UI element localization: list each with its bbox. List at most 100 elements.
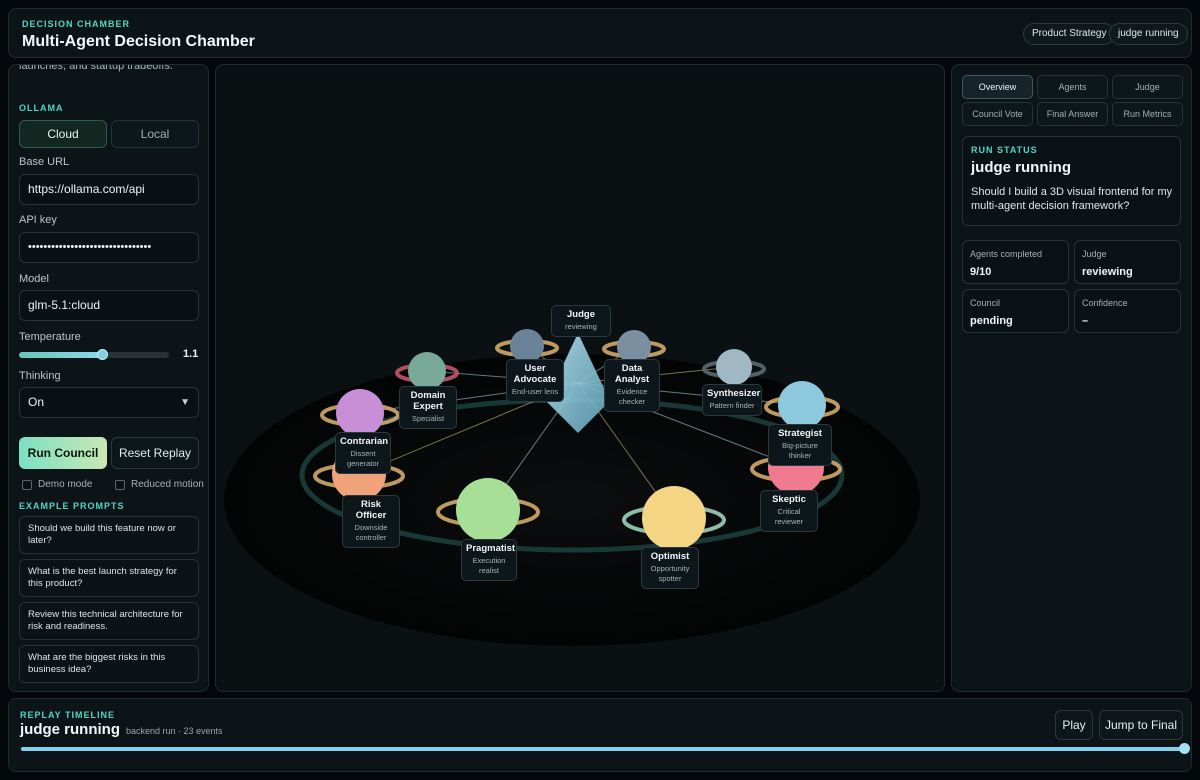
temperature-label: Temperature	[19, 331, 81, 343]
run-council-button[interactable]: Run Council	[19, 437, 107, 469]
temperature-slider[interactable]	[19, 349, 169, 360]
timeline-heading: REPLAY TIMELINE	[20, 710, 116, 720]
agent-card[interactable]: Pragmatist Execution realist	[461, 539, 517, 581]
tab-agents[interactable]: Agents	[1037, 75, 1108, 99]
timeline-progress	[21, 747, 1185, 751]
agent-role: Evidence checker	[616, 387, 648, 406]
sidebar-intro: launches, and startup tradeoffs.	[19, 64, 173, 72]
model-label: Model	[19, 273, 49, 285]
page-title: Multi-Agent Decision Chamber	[22, 33, 255, 50]
stat-label: Agents completed	[970, 249, 1043, 259]
timeline-scrubber[interactable]	[21, 743, 1190, 754]
demo-mode-checkbox[interactable]	[22, 480, 32, 490]
agent-card[interactable]: Optimist Opportunity spotter	[641, 547, 699, 589]
run-question: Should I build a 3D visual frontend for …	[971, 186, 1173, 212]
ollama-heading: OLLAMA	[19, 103, 64, 113]
stat-value: reviewing	[1082, 266, 1133, 278]
tab-run-metrics[interactable]: Run Metrics	[1112, 102, 1183, 126]
agent-role: Big-picture thinker	[782, 441, 818, 460]
judge-name: Judge	[567, 309, 595, 320]
tab-final-answer[interactable]: Final Answer	[1037, 102, 1108, 126]
agent-name: Synthesizer	[707, 388, 761, 399]
agent-role: Dissent generator	[346, 449, 380, 468]
timeline-title: judge running	[20, 721, 120, 738]
reset-replay-button[interactable]: Reset Replay	[111, 437, 199, 469]
judge-card[interactable]: Judge reviewing	[551, 305, 611, 337]
planet-body	[336, 389, 384, 437]
planet-body	[716, 349, 752, 385]
api-key-input[interactable]: ••••••••••••••••••••••••••••••••	[19, 232, 199, 263]
agent-card[interactable]: Data Analyst Evidence checker	[604, 359, 660, 412]
details-panel: Overview Agents Judge Council Vote Final…	[951, 64, 1192, 692]
planet-body	[456, 478, 520, 542]
agent-card[interactable]: User Advocate End-user lens	[506, 359, 564, 402]
example-prompt[interactable]: Should we build this feature now or late…	[19, 516, 199, 554]
settings-sidebar[interactable]: launches, and startup tradeoffs. OLLAMA …	[8, 64, 209, 692]
app-header: DECISION CHAMBER Multi-Agent Decision Ch…	[8, 8, 1192, 58]
example-prompts-heading: EXAMPLE PROMPTS	[19, 501, 125, 511]
reduced-motion-checkbox[interactable]	[115, 480, 125, 490]
stat-label: Council	[970, 298, 1001, 308]
agent-name: Risk Officer	[355, 499, 387, 521]
council-scene-canvas[interactable]: Judge reviewing User Advocate End-user le…	[215, 64, 945, 692]
temperature-value: 1.1	[183, 348, 199, 360]
mode-cloud-button[interactable]: Cloud	[19, 120, 107, 148]
agent-role: Pattern finder	[709, 401, 755, 410]
replay-timeline: REPLAY TIMELINE judge running backend ru…	[8, 698, 1192, 772]
tab-judge[interactable]: Judge	[1112, 75, 1183, 99]
agent-name: Contrarian	[340, 436, 389, 447]
agent-name: Domain Expert	[410, 390, 446, 412]
thinking-label: Thinking	[19, 370, 61, 382]
run-status-value: judge running	[971, 159, 1071, 176]
timeline-handle[interactable]	[1179, 743, 1190, 754]
example-prompt[interactable]: What are the biggest risks in this busin…	[19, 645, 199, 683]
agent-role: End-user lens	[511, 387, 559, 396]
stat-card-agents-completed: Agents completed 9/10	[962, 240, 1069, 284]
agent-card[interactable]: Synthesizer Pattern finder	[702, 384, 762, 416]
agent-card[interactable]: Domain Expert Specialist	[399, 386, 457, 429]
agent-name: Data Analyst	[614, 363, 650, 385]
thinking-select[interactable]: On ▼	[19, 387, 199, 418]
agent-name: Pragmatist	[466, 543, 516, 554]
stat-card-confidence: Confidence –	[1074, 289, 1181, 333]
run-status-heading: RUN STATUS	[971, 145, 1038, 155]
agent-card[interactable]: Skeptic Critical reviewer	[760, 490, 818, 532]
planet-body	[408, 352, 446, 390]
reduced-motion-label: Reduced motion	[131, 479, 204, 490]
temperature-slider-fill	[19, 352, 102, 358]
timeline-subtitle: backend run · 23 events	[126, 726, 223, 736]
agent-name: Strategist	[778, 428, 822, 439]
tab-overview[interactable]: Overview	[962, 75, 1033, 99]
stat-label: Judge	[1082, 249, 1107, 259]
scene-graphics	[224, 329, 920, 646]
agent-card[interactable]: Risk Officer Downside controller	[342, 495, 400, 548]
base-url-label: Base URL	[19, 156, 70, 168]
agent-role: Opportunity spotter	[650, 564, 690, 583]
run-status-card: RUN STATUS judge running Should I build …	[962, 136, 1181, 226]
planet-body	[642, 486, 706, 550]
jump-to-final-button[interactable]: Jump to Final	[1099, 710, 1183, 740]
thinking-selected-value: On	[28, 395, 45, 409]
agent-card[interactable]: Strategist Big-picture thinker	[768, 424, 832, 466]
mode-local-button[interactable]: Local	[111, 120, 199, 148]
category-badge: Product Strategy	[1023, 23, 1116, 45]
model-input[interactable]: glm-5.1:cloud	[19, 290, 199, 321]
agent-role: Specialist	[411, 414, 445, 423]
tab-council-vote[interactable]: Council Vote	[962, 102, 1033, 126]
example-prompt[interactable]: Review this technical architecture for r…	[19, 602, 199, 640]
stat-card-council: Council pending	[962, 289, 1069, 333]
stat-value: –	[1082, 315, 1089, 327]
header-eyebrow: DECISION CHAMBER	[22, 19, 131, 29]
play-button[interactable]: Play	[1055, 710, 1093, 740]
stat-label: Confidence	[1082, 298, 1128, 308]
agent-name: Optimist	[650, 551, 690, 562]
stat-value: 9/10	[970, 266, 992, 278]
stat-value: pending	[970, 315, 1013, 327]
agent-role: Critical reviewer	[774, 507, 804, 526]
agent-card[interactable]: Contrarian Dissent generator	[335, 432, 391, 474]
temperature-slider-handle[interactable]	[96, 349, 108, 360]
base-url-input[interactable]: https://ollama.com/api	[19, 174, 199, 205]
chevron-down-icon: ▼	[180, 397, 190, 408]
example-prompt[interactable]: What is the best launch strategy for thi…	[19, 559, 199, 597]
planet-body	[510, 329, 544, 363]
